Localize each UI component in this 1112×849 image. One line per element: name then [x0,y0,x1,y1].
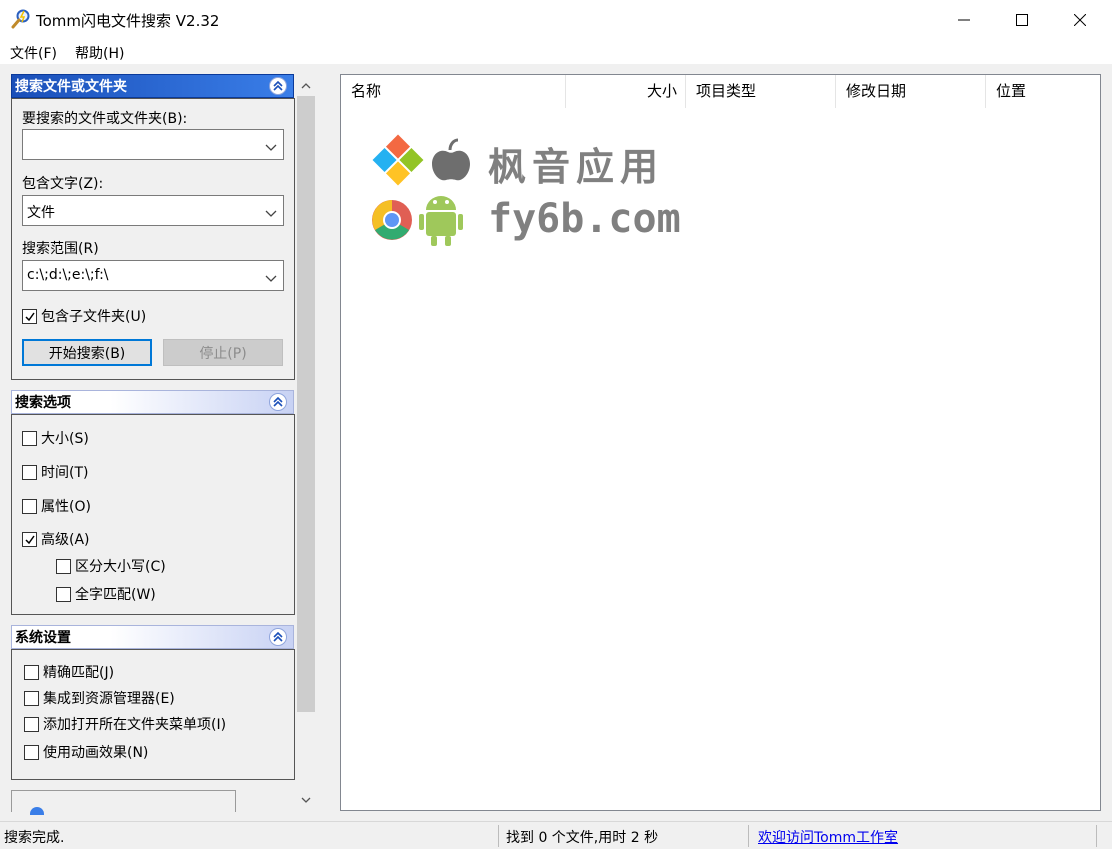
column-type[interactable]: 项目类型 [686,75,836,108]
maximize-icon [1016,14,1028,26]
status-separator [1096,825,1097,847]
time-label: 时间(T) [41,465,89,481]
close-button[interactable] [1051,0,1109,40]
add-open-folder-menu-checkbox[interactable]: 添加打开所在文件夹菜单项(I) [24,714,226,734]
checkbox-box [24,744,39,760]
watermark: 枫音应用 fy6b.com [370,130,700,250]
chevron-down-icon [265,206,277,222]
search-scope-label: 搜索范围(R) [22,241,99,257]
exact-match-label: 精确匹配(J) [43,665,115,681]
checkbox-box [22,531,37,547]
start-search-button[interactable]: 开始搜索(B) [22,339,152,366]
status-bar: 搜索完成. 找到 0 个文件,用时 2 秒 欢迎访问Tomm工作室 [0,821,1112,849]
search-scope-value: c:\;d:\;e:\;f:\ [27,267,109,283]
options-panel-header[interactable]: 搜索选项 [11,390,294,414]
contains-text-value: 文件 [27,205,55,221]
search-panel-title: 搜索文件或文件夹 [15,79,127,95]
column-modified[interactable]: 修改日期 [836,75,986,108]
file-name-label: 要搜索的文件或文件夹(B): [22,111,188,127]
scrollbar-thumb[interactable] [297,96,315,712]
minimize-button[interactable] [935,0,993,40]
include-subfolders-label: 包含子文件夹(U) [41,309,147,325]
watermark-cn-text: 枫音应用 [488,145,665,189]
check-icon [25,535,35,544]
check-icon [25,312,35,321]
use-animation-label: 使用动画效果(N) [43,745,149,761]
watermark-domain-text: fy6b.com [488,196,681,242]
maximize-button[interactable] [993,0,1051,40]
status-separator [748,825,749,847]
search-scope-combo[interactable]: c:\;d:\;e:\;f:\ [22,260,284,291]
advanced-label: 高级(A) [41,532,90,548]
status-message: 搜索完成. [4,830,65,846]
checkbox-box [24,716,39,732]
checkbox-box [22,308,37,324]
scroll-up-button[interactable] [297,76,315,96]
column-location[interactable]: 位置 [986,75,1100,108]
contains-text-combo[interactable]: 文件 [22,195,284,226]
whole-word-label: 全字匹配(W) [75,587,156,603]
use-animation-checkbox[interactable]: 使用动画效果(N) [24,742,148,762]
integrate-explorer-checkbox[interactable]: 集成到资源管理器(E) [24,688,175,708]
collapse-options-panel-button[interactable] [269,393,287,411]
stop-button[interactable]: 停止(P) [163,339,283,366]
menu-help[interactable]: 帮助(H) [75,43,124,63]
studio-link[interactable]: 欢迎访问Tomm工作室 [758,827,898,847]
whole-word-checkbox[interactable]: 全字匹配(W) [56,584,156,604]
info-icon [30,807,44,815]
chevron-up-icon [301,83,311,89]
settings-panel-title: 系统设置 [15,630,71,646]
case-sensitive-label: 区分大小写(C) [75,559,166,575]
magnifier-icon [10,8,32,30]
title-bar: Tomm闪电文件搜索 V2.32 [0,0,1112,40]
menu-file[interactable]: 文件(F) [10,43,57,63]
status-separator [498,825,499,847]
column-name[interactable]: 名称 [341,75,566,108]
contains-text-label: 包含文字(Z): [22,176,104,192]
checkbox-box [22,498,37,514]
chevron-down-icon [265,271,277,287]
window-title: Tomm闪电文件搜索 V2.32 [36,12,220,30]
attribute-label: 属性(O) [41,499,91,515]
attribute-checkbox[interactable]: 属性(O) [22,496,91,516]
settings-panel-header[interactable]: 系统设置 [11,625,294,649]
checkbox-box [24,690,39,706]
add-open-folder-menu-label: 添加打开所在文件夹菜单项(I) [43,717,227,733]
chevron-double-up-icon [273,81,283,91]
column-size[interactable]: 大小 [566,75,686,108]
next-panel-partial [11,790,236,815]
checkbox-box [24,664,39,680]
exact-match-checkbox[interactable]: 精确匹配(J) [24,662,114,682]
size-label: 大小(S) [41,431,89,447]
checkbox-box [56,558,71,574]
menu-bar: 文件(F) 帮助(H) [0,40,1112,64]
chevron-down-icon [265,140,277,156]
chevron-down-icon [301,797,311,803]
file-name-combo[interactable] [22,129,284,160]
advanced-checkbox[interactable]: 高级(A) [22,529,90,549]
options-panel-title: 搜索选项 [15,395,71,411]
checkbox-box [22,430,37,446]
chevron-double-up-icon [273,632,283,642]
checkbox-box [22,464,37,480]
integrate-explorer-label: 集成到资源管理器(E) [43,691,175,707]
checkbox-box [56,586,71,602]
collapse-settings-panel-button[interactable] [269,628,287,646]
include-subfolders-checkbox[interactable]: 包含子文件夹(U) [22,306,146,326]
time-checkbox[interactable]: 时间(T) [22,462,88,482]
collapse-search-panel-button[interactable] [269,77,287,95]
chevron-double-up-icon [273,397,283,407]
scroll-down-button[interactable] [297,790,315,810]
search-panel-header[interactable]: 搜索文件或文件夹 [11,74,294,98]
status-result-count: 找到 0 个文件,用时 2 秒 [506,830,659,846]
case-sensitive-checkbox[interactable]: 区分大小写(C) [56,556,166,576]
minimize-icon [958,19,970,21]
size-checkbox[interactable]: 大小(S) [22,428,89,448]
close-icon [1074,14,1086,26]
